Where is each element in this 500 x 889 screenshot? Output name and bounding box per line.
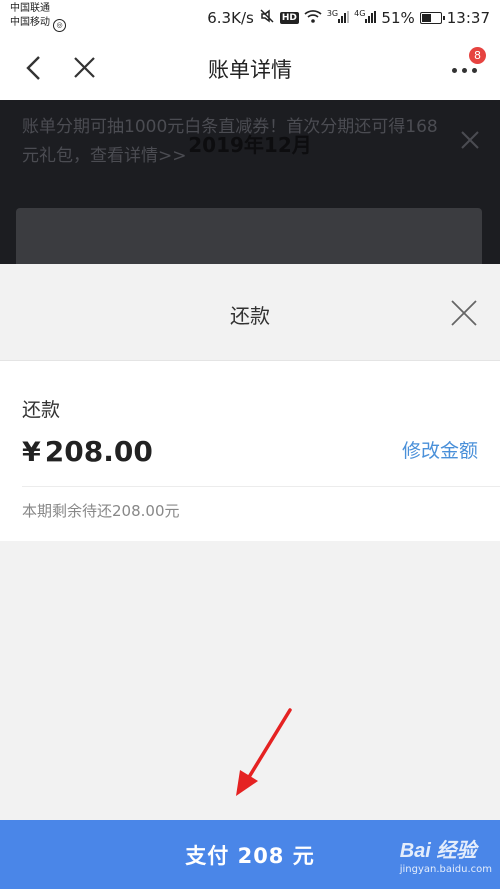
currency-symbol: ¥ <box>22 437 41 468</box>
edit-amount-link[interactable]: 修改金额 <box>402 436 478 463</box>
repay-sheet-header: 还款 <box>0 264 500 360</box>
repay-card: 还款 ¥208.00 修改金额 本期剩余待还208.00元 <box>0 361 500 541</box>
baidu-jingyan-watermark: Bai 经验 jingyan.baidu.com <box>400 834 492 875</box>
status-icons: 6.3K/s HD 3G 4G 51% 13:37 <box>207 8 490 28</box>
wifi-icon <box>304 9 322 27</box>
watermark-brand: Bai 经验 <box>399 840 477 862</box>
battery-percent: 51% <box>381 9 415 27</box>
notification-badge: 8 <box>469 47 486 64</box>
signal-3g-icon: 3G <box>327 9 350 27</box>
network-speed: 6.3K/s <box>207 9 254 27</box>
dimmed-background[interactable]: 账单分期可抽1000元白条直减券！首次分期还可得168元礼包，查看详情>> <box>0 100 500 268</box>
hd-icon: HD <box>279 12 299 24</box>
page-title: 账单详情 <box>208 58 292 82</box>
annotation-arrow-icon <box>236 708 292 796</box>
repay-label: 还款 <box>22 399 61 421</box>
battery-icon <box>419 12 445 24</box>
bill-month-card <box>16 208 482 268</box>
more-dots-icon <box>452 68 477 73</box>
carrier-1: 中国联通 <box>10 3 50 14</box>
status-bar: 中国联通 中国移动 ◎ 6.3K/s HD 3G 4G 51% 13:37 <box>0 0 500 36</box>
carrier-info: 中国联通 中国移动 ◎ <box>10 2 66 32</box>
hd-voice-icon: ◎ <box>53 19 66 32</box>
signal-4g-icon: 4G <box>354 9 377 27</box>
watermark-url: jingyan.baidu.com <box>399 864 492 875</box>
carrier-2: 中国移动 <box>10 17 50 28</box>
sheet-close-button[interactable] <box>450 299 478 327</box>
amount-value: 208.00 <box>44 435 153 468</box>
mute-icon <box>259 8 275 28</box>
sheet-title: 还款 <box>230 304 270 328</box>
repay-amount: ¥208.00 <box>22 435 153 468</box>
close-icon <box>451 300 477 326</box>
divider <box>22 486 500 487</box>
nav-bar: 账单详情 8 <box>0 36 500 100</box>
bill-month-label: 2019年12月 <box>188 133 312 157</box>
clock: 13:37 <box>446 9 490 27</box>
more-button[interactable]: 8 <box>448 47 486 82</box>
remaining-balance-note: 本期剩余待还208.00元 <box>22 502 180 520</box>
